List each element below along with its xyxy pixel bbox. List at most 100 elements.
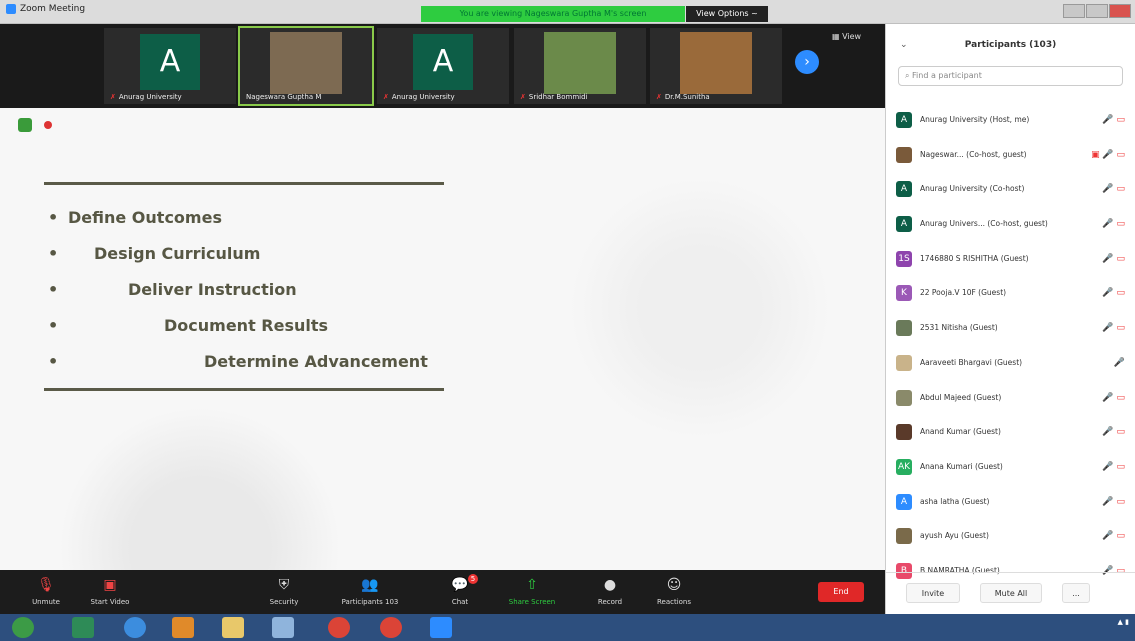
muted-mic-icon: ✗ xyxy=(520,93,526,101)
participant-mic-video-icon[interactable]: 🎤 ▭ xyxy=(1102,424,1125,440)
participant-mic-video-icon[interactable]: ▣ 🎤 ▭ xyxy=(1091,147,1125,163)
participant-name: Anurag Univers... (Co-host, guest) xyxy=(920,219,1048,229)
share-screen-button[interactable]: ⇧ Share Screen xyxy=(500,574,564,612)
more-options-button[interactable]: ... xyxy=(1062,583,1090,603)
participant-row[interactable]: 1S 1746880 S RISHITHA (Guest) 🎤 ▭ xyxy=(886,243,1135,278)
participant-row[interactable]: Aaraveeti Bhargavi (Guest) 🎤 xyxy=(886,347,1135,382)
file-explorer-icon[interactable] xyxy=(222,617,244,638)
collapse-chevron-icon[interactable]: ⌄ xyxy=(900,24,908,66)
tile-name: Anurag University xyxy=(118,93,182,101)
participant-row[interactable]: A Anurag Univers... (Co-host, guest) 🎤 ▭ xyxy=(886,208,1135,243)
invite-button[interactable]: Invite xyxy=(906,583,960,603)
bullet-text: Deliver Instruction xyxy=(128,280,297,299)
zoom-logo-icon xyxy=(6,4,16,14)
app-title: Zoom Meeting xyxy=(6,4,85,14)
minimize-button[interactable] xyxy=(1063,4,1085,18)
reactions-button[interactable]: ☺ Reactions xyxy=(642,574,706,612)
video-tile-active-speaker[interactable]: Nageswara Guptha M xyxy=(238,26,374,106)
participant-mic-video-icon[interactable]: 🎤 ▭ xyxy=(1102,112,1125,128)
participant-row[interactable]: A Anurag University (Host, me) 🎤 ▭ xyxy=(886,104,1135,139)
security-button[interactable]: ⛨ Security xyxy=(252,574,316,612)
screen-share-status-icon[interactable] xyxy=(18,118,32,132)
participant-name: Anurag University (Host, me) xyxy=(920,115,1030,124)
notes-app-icon[interactable] xyxy=(272,617,294,638)
participant-name: Aaraveeti Bhargavi (Guest) xyxy=(920,357,1023,367)
participant-row[interactable]: Abdul Majeed (Guest) 🎤 ▭ xyxy=(886,382,1135,417)
chat-label: Chat xyxy=(451,598,469,606)
next-page-arrow-icon[interactable]: › xyxy=(795,50,819,74)
participant-name: Anurag University (Co-host) xyxy=(920,184,1025,194)
start-video-button[interactable]: ▣ Start Video xyxy=(78,574,142,612)
zoom-app-icon[interactable] xyxy=(430,617,452,638)
unmute-button[interactable]: 🎙 Unmute xyxy=(14,574,78,612)
tile-name: Anurag University xyxy=(391,93,455,101)
slide-bullet-list: • Define Outcomes • Design Curriculum • Del… xyxy=(44,200,464,380)
muted-mic-icon: ✗ xyxy=(656,93,662,101)
participant-mic-video-icon[interactable]: 🎤 ▭ xyxy=(1102,285,1125,301)
chat-button[interactable]: 💬 5 Chat xyxy=(428,574,492,612)
slide-rule-bottom xyxy=(44,388,444,391)
view-options-button[interactable]: View Options ~ xyxy=(686,6,768,22)
participant-video xyxy=(544,32,616,94)
video-tile[interactable]: ✗ Dr.M.Sunitha xyxy=(650,28,782,104)
security-label: Security xyxy=(269,598,299,606)
participant-name: 22 Pooja.V 10F (Guest) xyxy=(920,288,1007,298)
slide-rule-top xyxy=(44,182,444,185)
participant-avatar: A xyxy=(896,493,912,510)
participant-mic-video-icon[interactable]: 🎤 ▭ xyxy=(1102,528,1125,544)
chrome-icon[interactable] xyxy=(328,617,350,638)
maximize-button[interactable] xyxy=(1086,4,1108,18)
participant-name: asha latha (Guest) xyxy=(920,496,990,506)
system-clock[interactable]: ▲ ▮ xyxy=(1118,618,1129,627)
close-window-button[interactable] xyxy=(1109,4,1131,18)
excel-icon[interactable] xyxy=(72,617,94,638)
record-icon: ● xyxy=(603,577,617,593)
shared-screen: • Define Outcomes • Design Curriculum • Del… xyxy=(0,108,885,570)
participant-mic-video-icon[interactable]: 🎤 ▭ xyxy=(1102,390,1125,406)
participant-row[interactable]: 2531 Nitisha (Guest) 🎤 ▭ xyxy=(886,312,1135,347)
participant-row[interactable]: AK Anana Kumari (Guest) 🎤 ▭ xyxy=(886,451,1135,486)
search-icon: ⌕ xyxy=(905,71,913,80)
participant-mic-video-icon[interactable]: 🎤 ▭ xyxy=(1102,494,1125,510)
participant-row[interactable]: ayush Ayu (Guest) 🎤 ▭ xyxy=(886,520,1135,555)
video-tile[interactable]: ✗ Sridhar Bommidi xyxy=(514,28,646,104)
muted-mic-icon: 🎙 xyxy=(37,577,55,593)
participant-row[interactable]: Nageswar... (Co-host, guest) ▣ 🎤 ▭ xyxy=(886,139,1135,174)
participant-search-input[interactable]: ⌕ Find a participant xyxy=(898,66,1123,86)
smiley-icon: ☺ xyxy=(666,577,682,593)
participant-mic-video-icon[interactable]: 🎤 xyxy=(1114,355,1125,371)
participant-row[interactable]: A Anurag University (Co-host) 🎤 ▭ xyxy=(886,173,1135,208)
participants-count: 103 xyxy=(384,598,399,606)
participant-avatar: A xyxy=(896,216,912,233)
end-meeting-button[interactable]: End xyxy=(818,582,864,602)
bullet-text: Define Outcomes xyxy=(68,208,222,227)
participant-mic-video-icon[interactable]: 🎤 ▭ xyxy=(1102,320,1125,336)
view-button[interactable]: ▦ View xyxy=(832,32,861,41)
tile-name: Dr.M.Sunitha xyxy=(664,93,710,101)
participant-name: Anand Kumar (Guest) xyxy=(920,427,1001,437)
recording-dot-icon xyxy=(44,121,52,129)
participant-list: A Anurag University (Host, me) 🎤 ▭ Nageswar… xyxy=(886,104,1135,590)
tile-caption: ✗ Dr.M.Sunitha xyxy=(650,91,782,104)
mute-all-button[interactable]: Mute All xyxy=(980,583,1042,603)
participants-button[interactable]: 👥 Participants 103 xyxy=(338,574,402,612)
chat-bubble-icon: 💬 xyxy=(451,577,469,593)
participant-row[interactable]: Aasha latha (Guest) 🎤 ▭ xyxy=(886,486,1135,521)
participants-footer: Invite Mute All ... xyxy=(886,572,1135,614)
share-screen-label: Share Screen xyxy=(508,598,556,606)
participant-row[interactable]: Anand Kumar (Guest) 🎤 ▭ xyxy=(886,416,1135,451)
participant-row[interactable]: K 22 Pooja.V 10F (Guest) 🎤 ▭ xyxy=(886,277,1135,312)
shield-icon: ⛨ xyxy=(278,577,290,593)
chat-unread-badge: 5 xyxy=(468,574,478,584)
start-button-icon[interactable] xyxy=(12,617,34,638)
chrome-icon[interactable] xyxy=(380,617,402,638)
participant-mic-video-icon[interactable]: 🎤 ▭ xyxy=(1102,181,1125,197)
video-tile[interactable]: A ✗ Anurag University xyxy=(104,28,236,104)
video-tile[interactable]: A ✗ Anurag University xyxy=(377,28,509,104)
participant-mic-video-icon[interactable]: 🎤 ▭ xyxy=(1102,251,1125,267)
participant-mic-video-icon[interactable]: 🎤 ▭ xyxy=(1102,216,1125,232)
internet-explorer-icon[interactable] xyxy=(124,617,146,638)
record-button[interactable]: ● Record xyxy=(578,574,642,612)
media-player-icon[interactable] xyxy=(172,617,194,638)
participant-mic-video-icon[interactable]: 🎤 ▭ xyxy=(1102,459,1125,475)
